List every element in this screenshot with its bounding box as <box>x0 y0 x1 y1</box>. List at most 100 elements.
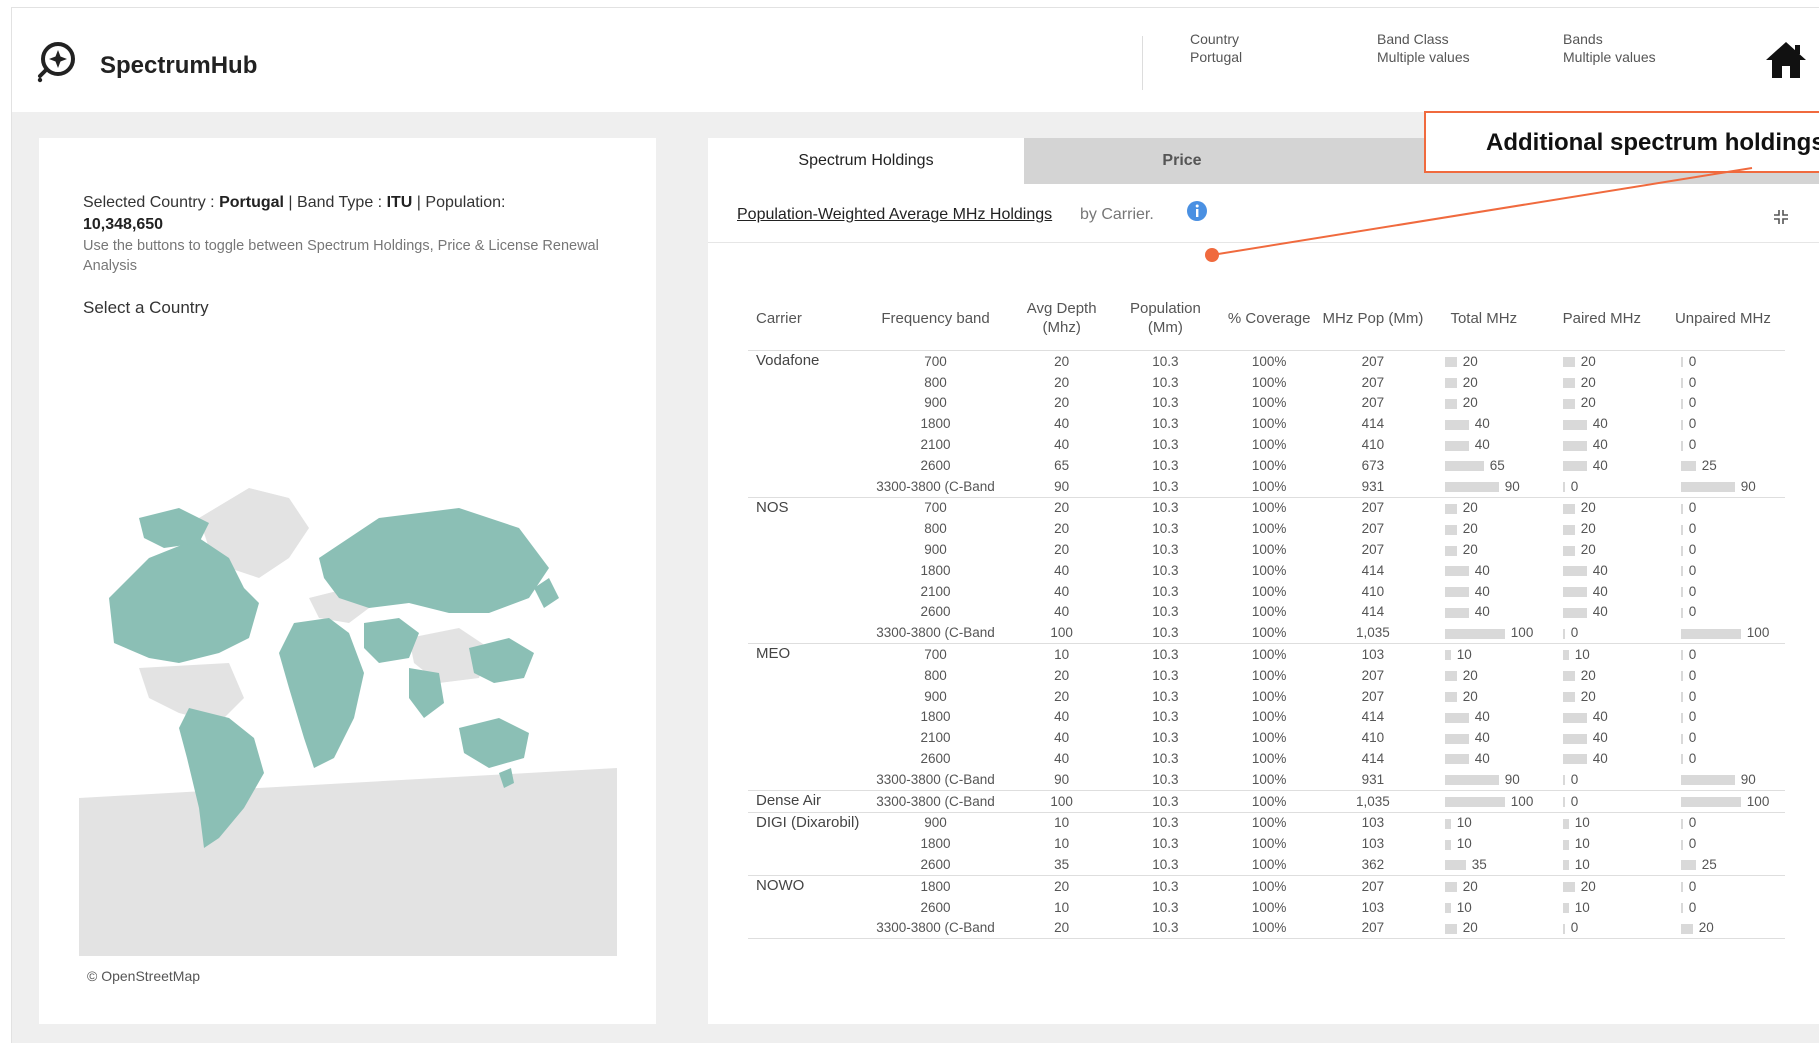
table-body: Vodafone 700 20 10.3 100% 207 20 20 0 800 20 10.3 10… <box>748 349 1785 940</box>
cell-mhz-pop: 103 <box>1361 899 1385 915</box>
table-row: 2600 35 10.3 100% 362 35 10 25 <box>748 854 1785 875</box>
col-population[interactable]: Population (Mm) <box>1114 286 1218 351</box>
cell-population: 10.3 <box>1152 457 1179 473</box>
cell-coverage: 100% <box>1251 899 1287 915</box>
total-mhz-bar <box>1444 797 1505 808</box>
cell-avg-depth: 20 <box>1054 521 1070 537</box>
cell-avg-depth: 90 <box>1054 771 1070 787</box>
paired-mhz-value: 40 <box>1592 751 1608 767</box>
cell-unpaired-mhz: 0 <box>1661 748 1785 769</box>
col-unpaired-mhz[interactable]: Unpaired MHz <box>1661 286 1785 351</box>
cell-mhz-pop: 207 <box>1361 395 1385 411</box>
cell-mhz-pop: 207 <box>1321 874 1425 897</box>
cell-carrier <box>748 917 862 940</box>
info-icon[interactable] <box>1186 200 1208 222</box>
home-icon[interactable] <box>1764 38 1808 82</box>
tab-spectrum-holdings[interactable]: Spectrum Holdings <box>708 138 1024 184</box>
cell-paired-mhz: 10 <box>1543 854 1661 875</box>
cell-mhz-pop: 931 <box>1361 478 1385 494</box>
holdings-title[interactable]: Population-Weighted Average MHz Holdings <box>737 206 1052 224</box>
col-total-mhz[interactable]: Total MHz <box>1425 286 1543 351</box>
cell-carrier <box>748 707 861 728</box>
cell-total-mhz: 20 <box>1424 496 1543 519</box>
filter-country[interactable]: Country Portugal <box>1190 30 1242 66</box>
cell-unpaired-mhz: 0 <box>1661 833 1785 854</box>
total-mhz-bar <box>1444 524 1457 535</box>
paired-mhz-value: 0 <box>1570 478 1579 494</box>
filter-country-label: Country <box>1190 31 1240 47</box>
cell-frequency-band: 2600 <box>920 751 951 767</box>
unpaired-mhz-bar <box>1680 754 1683 765</box>
total-mhz-bar <box>1444 440 1469 451</box>
selected-country-label: Selected Country : <box>83 194 220 211</box>
table-row: 2100 40 10.3 100% 410 40 40 0 <box>748 434 1785 455</box>
paired-mhz-bar <box>1562 440 1587 451</box>
callout-additional-holdings: Additional spectrum holdings <box>1424 111 1819 173</box>
unpaired-mhz-bar <box>1680 461 1696 472</box>
cell-coverage: 100% <box>1251 604 1287 620</box>
cell-total-mhz: 35 <box>1425 854 1543 875</box>
unpaired-mhz-bar <box>1680 775 1735 786</box>
col-frequency-band[interactable]: Frequency band <box>861 286 1010 351</box>
map-credit[interactable]: © OpenStreetMap <box>87 968 200 984</box>
paired-mhz-bar <box>1562 482 1565 493</box>
filter-country-value: Portugal <box>1190 49 1243 65</box>
unpaired-mhz-value: 0 <box>1688 815 1697 831</box>
filter-bands[interactable]: Bands Multiple values <box>1563 30 1656 66</box>
cell-total-mhz: 10 <box>1424 811 1543 834</box>
cell-coverage: 100% <box>1251 416 1287 432</box>
cell-paired-mhz: 40 <box>1543 707 1661 728</box>
world-map[interactable] <box>79 438 617 956</box>
filter-band-class[interactable]: Band Class Multiple values <box>1377 30 1470 66</box>
unpaired-mhz-value: 0 <box>1688 688 1697 704</box>
cell-coverage: 100% <box>1217 496 1322 519</box>
cell-paired-mhz: 20 <box>1543 539 1661 560</box>
cell-coverage: 100% <box>1251 688 1287 704</box>
cell-unpaired-mhz: 0 <box>1661 707 1785 728</box>
cell-unpaired-mhz: 0 <box>1661 413 1785 434</box>
cell-avg-depth: 20 <box>1054 542 1070 558</box>
col-carrier[interactable]: Carrier <box>748 286 861 351</box>
col-avg-depth[interactable]: Avg Depth (Mhz) <box>1010 286 1114 351</box>
cell-carrier <box>748 854 861 875</box>
total-mhz-value: 10 <box>1456 647 1472 663</box>
header-bar: SpectrumHub Country Portugal Band Class … <box>12 8 1819 112</box>
cell-coverage: 100% <box>1251 625 1287 641</box>
cell-frequency-band: 3300-3800 (C-Band <box>876 771 995 787</box>
total-mhz-value: 90 <box>1504 478 1520 494</box>
cell-population: 10.3 <box>1113 789 1218 813</box>
cell-unpaired-mhz: 0 <box>1661 897 1785 918</box>
cell-coverage: 100% <box>1251 836 1287 852</box>
unpaired-mhz-bar <box>1680 692 1683 703</box>
total-mhz-value: 10 <box>1456 899 1472 915</box>
unpaired-mhz-bar <box>1680 712 1683 723</box>
cell-mhz-pop: 103 <box>1321 643 1425 665</box>
paired-mhz-value: 0 <box>1570 625 1579 641</box>
total-mhz-value: 20 <box>1462 395 1478 411</box>
cell-total-mhz: 20 <box>1425 686 1543 707</box>
collapse-icon[interactable] <box>1772 208 1790 226</box>
cell-population: 10.3 <box>1113 496 1218 519</box>
tab-price[interactable]: Price <box>1024 138 1340 184</box>
paired-mhz-value: 0 <box>1570 793 1579 809</box>
cell-mhz-pop: 207 <box>1321 349 1425 372</box>
unpaired-mhz-value: 25 <box>1701 857 1717 873</box>
paired-mhz-bar <box>1562 797 1565 808</box>
cell-avg-depth: 10 <box>1009 811 1114 834</box>
col-coverage[interactable]: % Coverage <box>1217 286 1321 351</box>
cell-mhz-pop: 410 <box>1361 583 1385 599</box>
cell-population: 10.3 <box>1152 751 1179 767</box>
filter-bands-label: Bands <box>1563 31 1603 47</box>
cell-unpaired-mhz: 100 <box>1661 622 1785 643</box>
col-mhz-pop[interactable]: MHz Pop (Mm) <box>1321 286 1425 351</box>
col-paired-mhz[interactable]: Paired MHz <box>1543 286 1661 351</box>
total-mhz-value: 40 <box>1474 562 1490 578</box>
cell-carrier: NOS <box>748 496 862 519</box>
cell-total-mhz: 20 <box>1424 349 1543 372</box>
total-mhz-value: 40 <box>1474 604 1490 620</box>
total-mhz-value: 65 <box>1489 457 1505 473</box>
paired-mhz-bar <box>1562 818 1569 829</box>
cell-paired-mhz: 40 <box>1543 602 1661 623</box>
total-mhz-bar <box>1444 545 1457 556</box>
cell-avg-depth: 40 <box>1054 583 1070 599</box>
